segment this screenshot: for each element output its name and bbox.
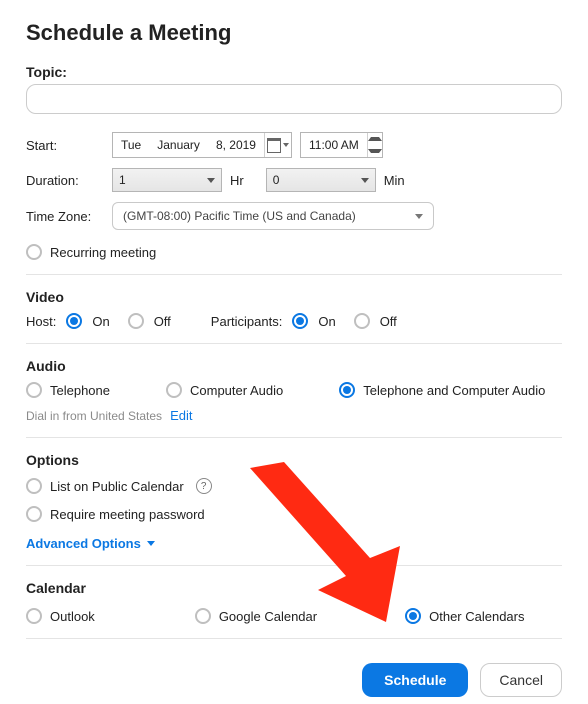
chevron-down-icon [361, 178, 369, 183]
require-password-label: Require meeting password [50, 507, 205, 522]
duration-mins-value: 0 [273, 173, 280, 187]
calendar-google-radio[interactable] [195, 608, 211, 624]
timezone-label: Time Zone: [26, 209, 104, 224]
video-participants-off-radio[interactable] [354, 313, 370, 329]
chevron-down-icon [415, 214, 423, 219]
start-date-picker[interactable]: Tue January 8, 2019 [112, 132, 292, 158]
start-time-value: 11:00 AM [301, 138, 367, 152]
page-title: Schedule a Meeting [26, 20, 562, 46]
calendar-google-label: Google Calendar [219, 609, 317, 624]
schedule-button[interactable]: Schedule [362, 663, 468, 697]
start-day-year: 8, 2019 [208, 138, 264, 152]
start-label: Start: [26, 138, 104, 153]
mins-unit-label: Min [384, 173, 405, 188]
calendar-other-label: Other Calendars [429, 609, 524, 624]
public-calendar-label: List on Public Calendar [50, 479, 184, 494]
video-host-on-label: On [92, 314, 109, 329]
calendar-outlook-radio[interactable] [26, 608, 42, 624]
timezone-value: (GMT-08:00) Pacific Time (US and Canada) [123, 209, 356, 223]
duration-hours-value: 1 [119, 173, 126, 187]
video-host-off-radio[interactable] [128, 313, 144, 329]
video-participants-on-label: On [318, 314, 335, 329]
divider [26, 565, 562, 566]
chevron-down-icon [147, 541, 155, 546]
help-icon[interactable]: ? [196, 478, 212, 494]
divider [26, 343, 562, 344]
video-host-off-label: Off [154, 314, 171, 329]
start-time-picker[interactable]: 11:00 AM [300, 132, 383, 158]
divider [26, 437, 562, 438]
duration-label: Duration: [26, 173, 104, 188]
calendar-other-radio[interactable] [405, 608, 421, 624]
recurring-meeting-radio[interactable] [26, 244, 42, 260]
audio-computer-radio[interactable] [166, 382, 182, 398]
timezone-select[interactable]: (GMT-08:00) Pacific Time (US and Canada) [112, 202, 434, 230]
dial-in-text: Dial in from United States [26, 409, 162, 423]
topic-input[interactable] [26, 84, 562, 114]
audio-both-label: Telephone and Computer Audio [363, 383, 545, 398]
calendar-outlook-label: Outlook [50, 609, 95, 624]
topic-label: Topic: [26, 64, 67, 80]
advanced-options-label: Advanced Options [26, 536, 141, 551]
start-month: January [149, 138, 208, 152]
calendar-heading: Calendar [26, 580, 562, 596]
spinner-down-icon[interactable] [368, 145, 382, 157]
audio-heading: Audio [26, 358, 562, 374]
spinner-up-icon[interactable] [368, 133, 382, 145]
require-password-radio[interactable] [26, 506, 42, 522]
options-heading: Options [26, 452, 562, 468]
video-participants-label: Participants: [211, 314, 283, 329]
video-participants-off-label: Off [380, 314, 397, 329]
video-host-label: Host: [26, 314, 56, 329]
chevron-down-icon [207, 178, 215, 183]
audio-telephone-label: Telephone [50, 383, 110, 398]
advanced-options-toggle[interactable]: Advanced Options [26, 536, 562, 551]
divider [26, 274, 562, 275]
divider [26, 638, 562, 639]
start-weekday: Tue [113, 138, 149, 152]
recurring-meeting-label: Recurring meeting [50, 245, 156, 260]
audio-computer-label: Computer Audio [190, 383, 283, 398]
video-host-on-radio[interactable] [66, 313, 82, 329]
audio-both-radio[interactable] [339, 382, 355, 398]
duration-hours-select[interactable]: 1 [112, 168, 222, 192]
video-heading: Video [26, 289, 562, 305]
public-calendar-radio[interactable] [26, 478, 42, 494]
duration-mins-select[interactable]: 0 [266, 168, 376, 192]
audio-telephone-radio[interactable] [26, 382, 42, 398]
calendar-icon[interactable] [264, 133, 291, 157]
dial-in-edit-link[interactable]: Edit [170, 408, 192, 423]
time-spinner[interactable] [367, 133, 382, 157]
video-participants-on-radio[interactable] [292, 313, 308, 329]
hours-unit-label: Hr [230, 173, 244, 188]
cancel-button[interactable]: Cancel [480, 663, 562, 697]
